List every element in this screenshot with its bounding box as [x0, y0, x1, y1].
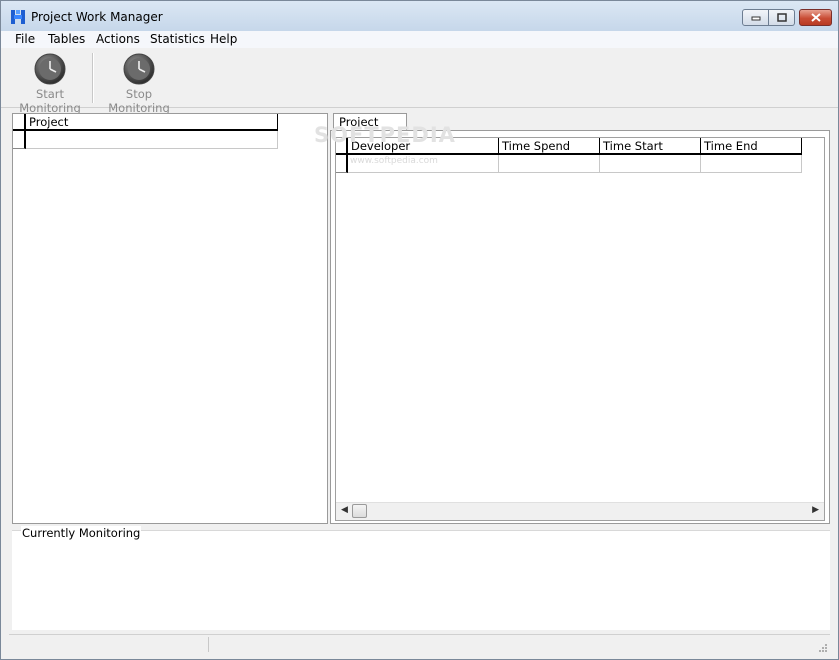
menu-actions[interactable]: Actions: [96, 32, 140, 46]
column-header-project[interactable]: Project: [26, 114, 278, 131]
minimize-button[interactable]: [742, 9, 769, 26]
stop-monitoring-button[interactable]: Stop Monitoring: [100, 53, 178, 115]
clock-icon: [34, 53, 66, 85]
maximize-icon: [776, 13, 787, 22]
row-indicator[interactable]: [13, 131, 26, 149]
menu-tables[interactable]: Tables: [48, 32, 85, 46]
close-icon: [810, 13, 821, 22]
column-header-time-spend[interactable]: Time Spend: [499, 138, 600, 155]
column-header-developer[interactable]: Developer: [348, 138, 499, 155]
horizontal-scrollbar[interactable]: ◀ ▶: [336, 502, 824, 520]
column-header-time-start[interactable]: Time Start: [600, 138, 701, 155]
app-window: Project Work Manager File Tables Actions…: [0, 0, 839, 660]
menu-statistics[interactable]: Statistics: [150, 32, 205, 46]
close-button[interactable]: [799, 9, 832, 26]
tab-project-work[interactable]: Project Work: [333, 113, 407, 145]
grid-corner: [13, 114, 26, 131]
menu-help[interactable]: Help: [210, 32, 237, 46]
table-cell[interactable]: [600, 155, 701, 173]
project-work-panel: Project Work Developer Time Spend Time S…: [330, 113, 830, 524]
grid-corner: [336, 138, 348, 155]
currently-monitoring-group: Currently Monitoring: [12, 526, 830, 630]
table-cell[interactable]: [348, 155, 499, 173]
window-title: Project Work Manager: [31, 10, 163, 24]
status-divider: [208, 637, 209, 652]
toolbar-separator: [92, 53, 94, 103]
scrollbar-thumb[interactable]: [352, 504, 367, 518]
stop-monitoring-label: Stop Monitoring: [108, 87, 170, 115]
minimize-icon: [751, 16, 760, 20]
table-cell[interactable]: [701, 155, 802, 173]
status-bar: [9, 634, 830, 655]
app-logo-icon: [10, 9, 26, 25]
table-row[interactable]: [26, 131, 278, 149]
toolbar: Start Monitoring Stop Monitoring: [1, 49, 838, 115]
project-grid[interactable]: Project: [12, 113, 328, 524]
project-work-grid[interactable]: Developer Time Spend Time Start Time End…: [335, 137, 825, 521]
scroll-right-icon[interactable]: ▶: [812, 505, 819, 515]
row-indicator[interactable]: [336, 155, 348, 173]
title-bar[interactable]: Project Work Manager: [1, 1, 838, 31]
scroll-left-icon[interactable]: ◀: [341, 505, 348, 515]
menu-bar: File Tables Actions Statistics Help: [1, 31, 838, 48]
start-monitoring-label: Start Monitoring: [19, 87, 81, 115]
column-header-time-end[interactable]: Time End: [701, 138, 802, 155]
table-cell[interactable]: [499, 155, 600, 173]
resize-grip-icon[interactable]: [818, 643, 828, 653]
menu-file[interactable]: File: [15, 32, 35, 46]
tab-content: Developer Time Spend Time Start Time End…: [330, 130, 830, 524]
clock-icon: [123, 53, 155, 85]
start-monitoring-button[interactable]: Start Monitoring: [11, 53, 89, 115]
maximize-button[interactable]: [769, 9, 795, 26]
currently-monitoring-label: Currently Monitoring: [21, 526, 142, 540]
